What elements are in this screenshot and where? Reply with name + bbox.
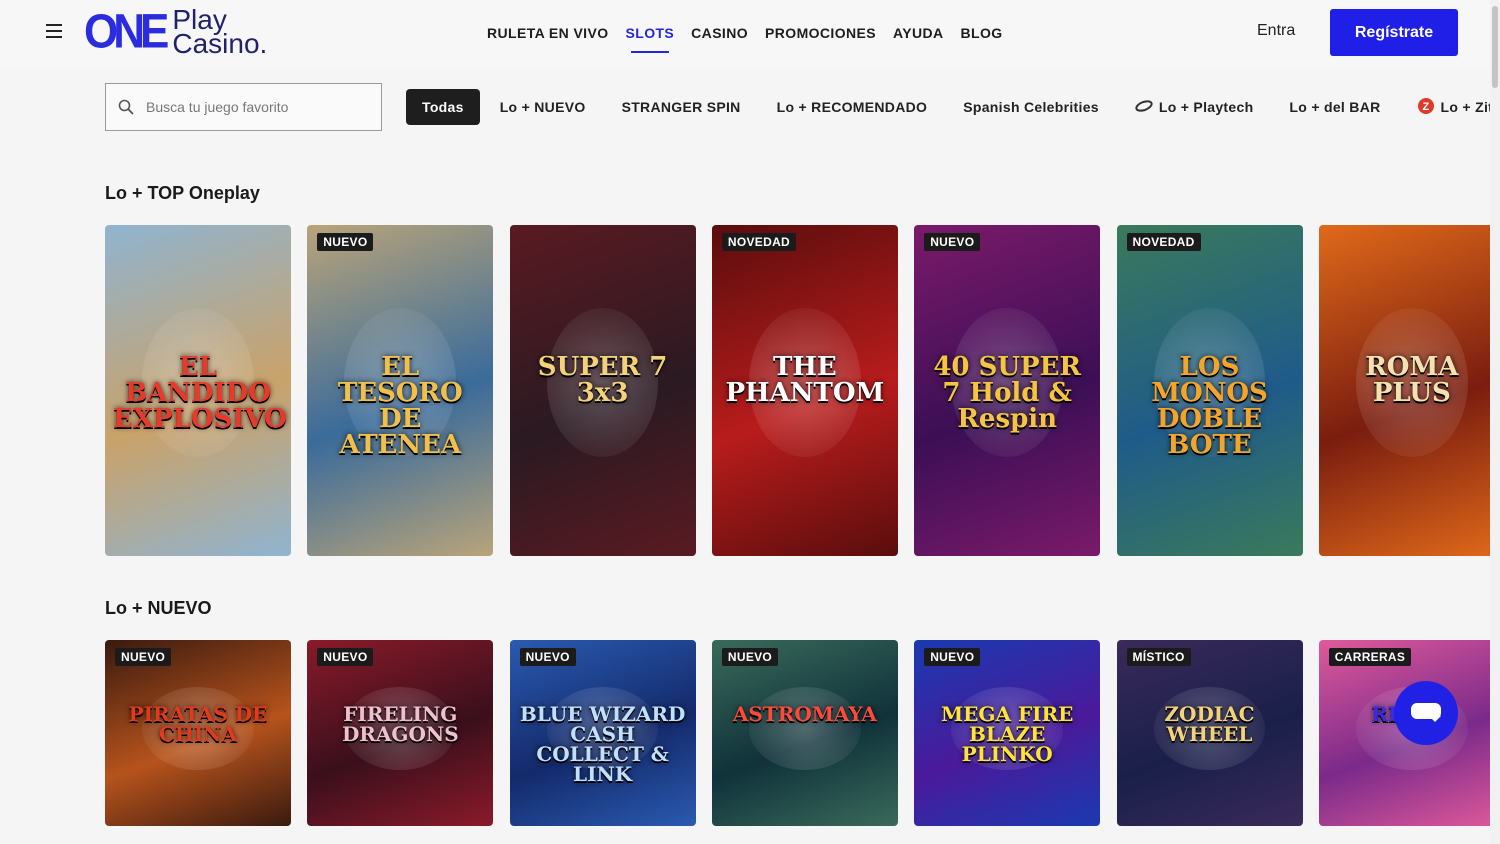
svg-text:Z: Z xyxy=(1422,101,1429,113)
category-tab-lo-playtech[interactable]: Lo + Playtech xyxy=(1119,89,1270,125)
chat-button[interactable] xyxy=(1394,681,1458,745)
category-tab-lo-nuevo[interactable]: Lo + NUEVO xyxy=(484,89,602,125)
category-tab-label: STRANGER SPIN xyxy=(621,99,741,115)
nav-item-ayuda[interactable]: AYUDA xyxy=(893,25,944,41)
game-title: ROMA PLUS xyxy=(1365,351,1459,408)
nav-item-promociones[interactable]: PROMOCIONES xyxy=(765,25,876,41)
game-card[interactable]: THE PHANTOM NOVEDAD xyxy=(711,225,898,556)
category-tab-lo-recomendado[interactable]: Lo + RECOMENDADO xyxy=(761,89,944,125)
game-card[interactable]: ROMA PLUS xyxy=(1318,225,1490,556)
game-title: EL TESORO DE ATENEA xyxy=(337,351,463,460)
category-tab-stranger-spin[interactable]: STRANGER SPIN xyxy=(606,89,757,125)
section-title-top: Lo + TOP Oneplay xyxy=(105,183,260,203)
games-row-top: EL BANDIDO EXPLOSIVO EL TESORO DE ATENEA N… xyxy=(105,225,1490,556)
game-badge: CARRERAS xyxy=(1328,648,1412,666)
game-card[interactable]: EL BANDIDO EXPLOSIVO xyxy=(105,225,291,556)
game-card[interactable]: BLUE WIZARD CASH COLLECT & LINK NUEVO xyxy=(509,640,696,826)
category-tab-label: Lo + Playtech xyxy=(1158,99,1254,115)
game-title: 40 SUPER 7 Hold & Respin xyxy=(933,351,1082,434)
logo-wordmark: Play Casino. xyxy=(172,6,268,59)
game-card[interactable]: MEGA FIRE BLAZE PLINKO NUEVO xyxy=(914,640,1101,826)
nav-item-slots[interactable]: SLOTS xyxy=(626,25,675,53)
category-tab-label: Todas xyxy=(422,99,464,115)
category-tab-label: Lo + RECOMENDADO xyxy=(776,99,928,115)
playtech-icon xyxy=(1135,99,1153,115)
scrollbar[interactable] xyxy=(1490,0,1500,844)
zitro-icon: Z xyxy=(1417,97,1435,118)
category-tabs: Todas Lo + NUEVO STRANGER SPIN Lo + RECOMEN… xyxy=(406,89,1490,125)
game-card[interactable]: ASTROMAYA NUEVO xyxy=(711,640,898,826)
game-title: ASTROMAYA xyxy=(732,701,877,726)
game-card[interactable]: PIRATAS DE CHINA NUEVO xyxy=(105,640,291,826)
logo[interactable]: ONE Play Casino. xyxy=(84,4,268,59)
game-badge: MÍSTICO xyxy=(1126,648,1191,666)
section-title-new: Lo + NUEVO xyxy=(105,598,212,618)
category-tab-spanish-celebrities[interactable]: Spanish Celebrities xyxy=(947,89,1115,125)
main-nav: RULETA EN VIVO SLOTS CASINO PROMOCIONES AYUD… xyxy=(487,25,1020,53)
game-badge: NUEVO xyxy=(317,648,374,666)
category-tab-label: Lo + Zitro xyxy=(1440,99,1490,115)
search-box[interactable] xyxy=(105,83,382,131)
game-title: EL BANDIDO EXPLOSIVO xyxy=(113,351,287,434)
top-header: ONE Play Casino. RULETA EN VIVO SLOTS CASI… xyxy=(0,0,1500,68)
game-badge: NUEVO xyxy=(519,648,576,666)
register-button[interactable]: Regístrate xyxy=(1330,9,1458,56)
nav-item-ruleta-en-vivo[interactable]: RULETA EN VIVO xyxy=(487,25,609,41)
game-title: PIRATAS DE CHINA xyxy=(128,701,268,746)
search-icon xyxy=(118,99,134,115)
game-art xyxy=(749,686,861,771)
game-card[interactable]: FIRELING DRAGONS NUEVO xyxy=(307,640,494,826)
game-card[interactable]: EL TESORO DE ATENEA NUEVO xyxy=(307,225,494,556)
game-title: ZODIAC WHEEL xyxy=(1164,701,1255,746)
scrollbar-thumb[interactable] xyxy=(1492,6,1498,88)
game-badge: NUEVO xyxy=(924,648,981,666)
category-tab-todas[interactable]: Todas xyxy=(406,89,480,125)
game-card[interactable]: SUPER 7 3x3 xyxy=(509,225,696,556)
game-title: MEGA FIRE BLAZE PLINKO xyxy=(941,701,1074,766)
category-tab-label: Lo + NUEVO xyxy=(499,99,586,115)
game-title: LOS MONOS DOBLE BOTE xyxy=(1151,351,1268,460)
logo-mark: ONE xyxy=(84,4,169,59)
game-title: BLUE WIZARD CASH COLLECT & LINK xyxy=(519,701,686,786)
logo-line2: Casino. xyxy=(172,28,268,59)
category-tab-lo-del-bar[interactable]: Lo + del BAR xyxy=(1273,89,1396,125)
category-tab-label: Lo + del BAR xyxy=(1289,99,1381,115)
game-badge: NOVEDAD xyxy=(721,233,796,251)
menu-icon[interactable] xyxy=(46,24,62,38)
category-tab-label: Spanish Celebrities xyxy=(963,99,1099,115)
game-title: THE PHANTOM xyxy=(725,351,885,408)
game-card[interactable]: LOS MONOS DOBLE BOTE NOVEDAD xyxy=(1116,225,1303,556)
game-title: FIRELING DRAGONS xyxy=(341,701,459,746)
game-title: SUPER 7 3x3 xyxy=(537,351,668,408)
game-badge: NOVEDAD xyxy=(1126,233,1201,251)
game-badge: NUEVO xyxy=(115,648,172,666)
game-card[interactable]: 40 SUPER 7 Hold & Respin NUEVO xyxy=(914,225,1101,556)
login-link[interactable]: Entra xyxy=(1257,22,1295,40)
game-badge: NUEVO xyxy=(721,648,779,666)
game-badge: NUEVO xyxy=(317,233,374,251)
nav-item-blog[interactable]: BLOG xyxy=(961,25,1003,41)
game-card[interactable]: ZODIAC WHEEL MÍSTICO xyxy=(1116,640,1303,826)
game-badge: NUEVO xyxy=(924,233,981,251)
games-row-new: PIRATAS DE CHINA NUEVO FIRELING DRAGONS NUE… xyxy=(105,640,1490,826)
search-input[interactable] xyxy=(144,98,368,116)
category-tab-lo-zitro[interactable]: Z Lo + Zitro xyxy=(1401,89,1490,125)
nav-item-casino[interactable]: CASINO xyxy=(691,25,748,41)
